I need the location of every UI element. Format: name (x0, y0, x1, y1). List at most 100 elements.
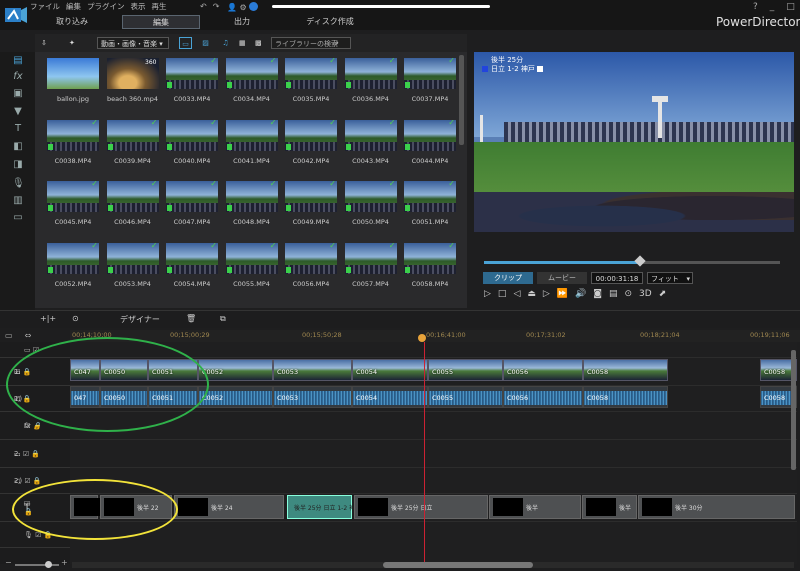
media-thumbnail[interactable]: ✓ (106, 119, 159, 151)
fast-forward-icon[interactable]: ⏩ (557, 289, 568, 301)
minimize-icon[interactable]: _ (770, 2, 775, 12)
gear-icon[interactable]: ⚙ (240, 3, 247, 12)
timeline-zoom-slider[interactable]: − + (5, 558, 68, 569)
transition-room-icon[interactable]: ◧ (12, 141, 24, 153)
subtitle-room-icon[interactable]: ▭ (12, 212, 24, 224)
media-room-icon[interactable]: ▤ (12, 55, 24, 67)
playhead-handle[interactable] (418, 334, 426, 342)
timecode-field[interactable]: 00:00:31:18 (591, 272, 643, 284)
audio-clip[interactable]: C0052 (198, 386, 273, 408)
video-clip[interactable]: C0056 (503, 359, 583, 381)
subtitle-icon[interactable]: ▤ (609, 289, 618, 301)
media-thumbnail[interactable]: ✓ (404, 242, 456, 274)
zoom-handle[interactable] (45, 561, 52, 568)
media-thumbnail[interactable]: ✓ (344, 181, 397, 212)
title-clip[interactable]: 後半 25分 (70, 495, 135, 519)
settings-icon[interactable]: ⊙ (624, 289, 632, 301)
video-clip[interactable]: C0054 (352, 359, 428, 381)
play-icon[interactable]: ▷ (484, 289, 491, 301)
video-clip[interactable]: C047 (70, 359, 100, 381)
track-visibility-icon[interactable]: ▭ ☑ (24, 346, 39, 354)
title-clip[interactable]: 後半 (582, 495, 637, 519)
next-frame-icon[interactable]: ▷ (543, 289, 550, 301)
voice-over-icon[interactable]: 🎙 (12, 178, 25, 190)
library-filter-select[interactable]: 動画・画像・音楽 ▾ (97, 37, 169, 49)
media-thumbnail[interactable]: ✓ (225, 242, 278, 274)
library-search-input[interactable]: ライブラリーの検索 (271, 37, 351, 49)
media-thumbnail[interactable]: ✓ (285, 181, 337, 212)
media-thumbnail[interactable]: ✓ (285, 119, 337, 151)
plugin-icon[interactable]: ✦ (69, 37, 75, 49)
user-icon[interactable]: 👤 (227, 3, 237, 12)
title-clip[interactable]: 後半 25分 日立 (354, 495, 488, 519)
media-thumbnail[interactable]: ✓ (225, 181, 278, 212)
video-clip[interactable]: C0055 (428, 359, 503, 381)
menu-view[interactable]: 表示 (131, 1, 146, 13)
media-thumbnail[interactable]: ✓ (344, 242, 397, 274)
video-clip[interactable]: C0053 (273, 359, 352, 381)
audio-clip[interactable]: C0050 (100, 386, 148, 408)
undo-icon[interactable]: ↶ (200, 2, 207, 11)
view-icon[interactable]: ▩ (255, 37, 262, 49)
search-icon[interactable]: ⌕ (335, 37, 339, 49)
prev-frame-icon[interactable]: ◁ (513, 289, 520, 301)
video-clip[interactable]: C0052 (198, 359, 273, 381)
media-thumbnail[interactable]: 360 (106, 58, 159, 89)
3d-toggle[interactable]: 3D (639, 289, 652, 301)
media-thumbnail[interactable]: ✓ (47, 119, 99, 151)
audio-clip[interactable]: C0054 (352, 386, 428, 408)
edit-icon[interactable]: ⧉ (220, 314, 226, 324)
stop-icon[interactable]: □ (498, 289, 507, 301)
menu-plugin[interactable]: プラグイン (87, 1, 125, 13)
title-room-icon[interactable]: T (12, 123, 24, 135)
tab-capture[interactable]: 取り込み (42, 15, 102, 29)
tab-edit[interactable]: 編集 (122, 15, 200, 29)
image-filter-icon[interactable]: ▨ (199, 37, 212, 49)
zoom-out-icon[interactable]: − (5, 558, 12, 567)
clip-mode-tab[interactable]: クリップ (483, 272, 533, 284)
media-thumbnail[interactable] (47, 58, 99, 89)
media-thumbnail[interactable]: ✓ (166, 242, 218, 274)
media-thumbnail[interactable]: ✓ (344, 119, 397, 151)
timeline-ruler[interactable]: 00;14;10;00 00;15;00;29 00;15;50;28 00;1… (70, 330, 800, 342)
title-clip[interactable]: 後半 30分 (638, 495, 795, 519)
volume-icon[interactable]: 🔊 (575, 289, 586, 301)
snapshot-icon[interactable]: ◙ (593, 289, 602, 301)
maximize-icon[interactable]: □ (786, 2, 795, 12)
media-thumbnail[interactable]: ✓ (166, 119, 218, 151)
video-clip[interactable]: C0051 (148, 359, 198, 381)
media-thumbnail[interactable]: ✓ (225, 58, 278, 89)
library-scrollbar[interactable] (459, 55, 464, 145)
redo-icon[interactable]: ↷ (213, 2, 220, 11)
media-thumbnail[interactable]: ✓ (404, 119, 456, 151)
tab-create-disc[interactable]: ディスク作成 (290, 15, 370, 29)
media-thumbnail[interactable]: ✓ (404, 181, 456, 212)
help-icon[interactable]: ? (753, 2, 758, 12)
audio-clip[interactable]: C0055 (428, 386, 503, 408)
video-clip[interactable]: C0058 (583, 359, 668, 381)
undock-icon[interactable]: ⬈ (659, 289, 667, 301)
media-thumbnail[interactable]: ✓ (106, 181, 159, 212)
menu-edit[interactable]: 編集 (66, 1, 81, 13)
audio-clip[interactable]: C0053 (273, 386, 352, 408)
tab-produce[interactable]: 出力 (212, 15, 272, 29)
title-clip[interactable]: 後半 22 (100, 495, 172, 519)
delete-icon[interactable]: 🗑 (186, 314, 196, 323)
update-icon[interactable] (249, 2, 259, 11)
fx-room-icon[interactable]: fx (12, 71, 24, 83)
mode-icon[interactable]: ⊙ (72, 314, 79, 323)
timeline-vertical-scrollbar[interactable] (791, 350, 796, 470)
chapter-room-icon[interactable]: ▥ (12, 195, 24, 207)
zoom-in-icon[interactable]: + (61, 558, 68, 567)
split-icon[interactable]: +|+ (40, 314, 56, 323)
mark-icon[interactable]: ⏏ (527, 289, 536, 301)
title-clip[interactable]: 後半 25分 日立 1-2 神戸 ■ (287, 495, 369, 519)
playhead-line[interactable] (424, 342, 425, 562)
media-thumbnail[interactable]: ✓ (106, 242, 159, 274)
pip-room-icon[interactable]: ▣ (12, 88, 24, 100)
timeline-view-icon[interactable]: ▭ (5, 331, 13, 340)
timeline-scroll-thumb[interactable] (383, 562, 533, 568)
title-clip[interactable]: 後半 (489, 495, 581, 519)
movie-mode-tab[interactable]: ムービー (537, 272, 587, 284)
audio-clip[interactable]: C0051 (148, 386, 198, 408)
